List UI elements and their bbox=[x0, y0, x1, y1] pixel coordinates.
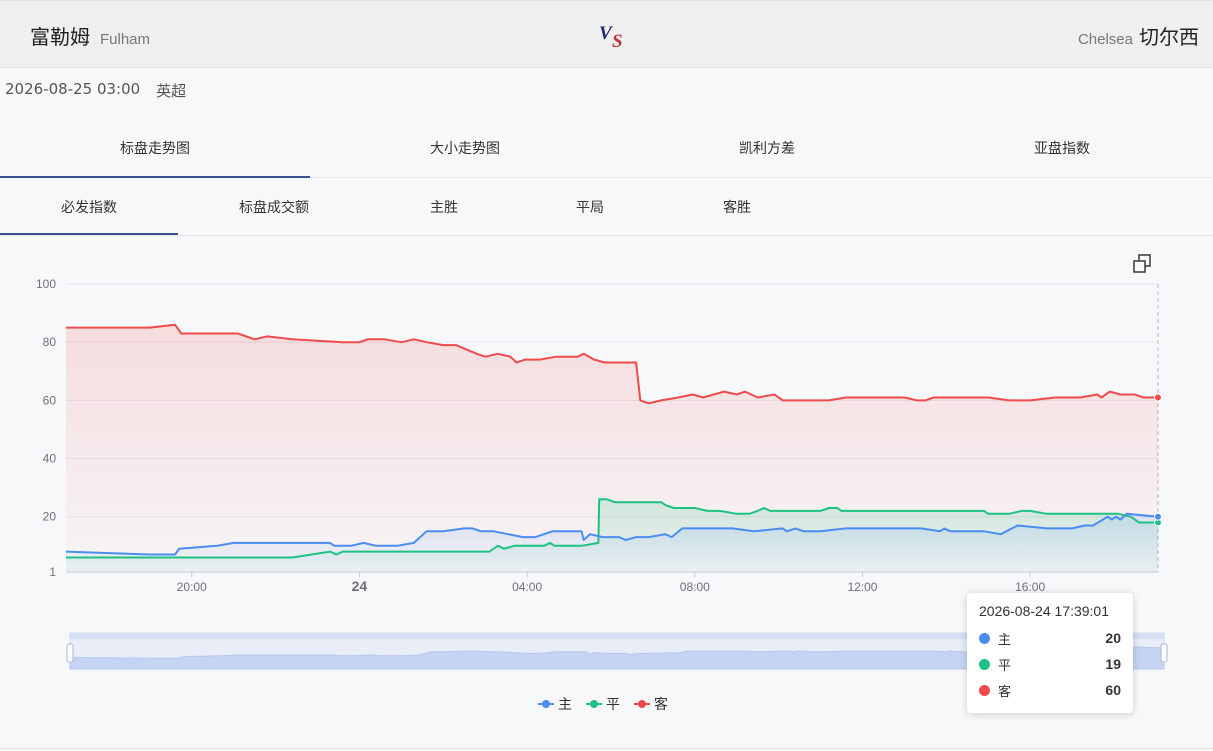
y-tick-label: 20 bbox=[43, 510, 57, 524]
slider-handle-left bbox=[66, 643, 74, 663]
tooltip-name: 客 bbox=[998, 683, 1012, 699]
legend-item-away[interactable]: 客 bbox=[634, 694, 668, 714]
secondary-tabs: 必发指数 标盘成交额 主胜 平局 客胜 bbox=[0, 178, 1213, 236]
tooltip-name: 平 bbox=[998, 657, 1012, 673]
x-tick-label: 16:00 bbox=[1015, 580, 1045, 594]
away-dot-icon bbox=[979, 684, 990, 696]
y-tick-label: 60 bbox=[43, 393, 57, 407]
away-team-name-en: Chelsea bbox=[1077, 31, 1133, 48]
tab-draw[interactable]: 平局 bbox=[576, 197, 604, 217]
tooltip-time: 2026-08-24 17:39:01 bbox=[979, 603, 1109, 619]
home-dot-icon bbox=[979, 632, 990, 644]
home-team-name-en: Fulham bbox=[100, 31, 151, 48]
match-header: 富勒姆 Fulham V S Chelsea 切尔西 bbox=[0, 0, 1213, 68]
legend-item-draw[interactable]: 平 bbox=[586, 694, 620, 714]
legend-draw-icon bbox=[586, 699, 602, 709]
y-axis: 1 20 40 60 80 100 bbox=[36, 277, 56, 579]
tab-odds-trend[interactable]: 标盘走势图 bbox=[120, 138, 190, 158]
tooltip-value: 20 bbox=[1105, 630, 1121, 646]
tooltip-value: 19 bbox=[1105, 656, 1121, 672]
x-tick-label: 20:00 bbox=[177, 580, 207, 594]
active-subtab-indicator bbox=[0, 233, 178, 235]
primary-tabs: 标盘走势图 大小走势图 凯利方差 亚盘指数 bbox=[0, 120, 1213, 178]
away-team-name-cn: 切尔西 bbox=[1139, 25, 1199, 49]
legend-label: 主 bbox=[558, 697, 572, 713]
tab-home-win[interactable]: 主胜 bbox=[430, 197, 458, 217]
tooltip-row-draw: 平 19 bbox=[979, 651, 1121, 677]
match-meta: 2026-08-25 03:00 英超 bbox=[5, 80, 186, 101]
slider-handle-right bbox=[1160, 643, 1168, 663]
away-end-point bbox=[1154, 393, 1162, 402]
tooltip-row-away: 客 60 bbox=[979, 677, 1121, 703]
match-league: 英超 bbox=[156, 82, 187, 100]
match-datetime: 2026-08-25 03:00 bbox=[5, 80, 141, 98]
tab-overunder-trend[interactable]: 大小走势图 bbox=[430, 138, 500, 158]
y-tick-label: 1 bbox=[49, 565, 56, 579]
tab-asian-handicap[interactable]: 亚盘指数 bbox=[1034, 138, 1090, 158]
svg-text:V: V bbox=[599, 23, 613, 44]
tab-betfair-index[interactable]: 必发指数 bbox=[61, 197, 117, 217]
x-tick-label: 24 bbox=[352, 578, 368, 594]
home-end-point bbox=[1154, 512, 1162, 521]
chart-legend: 主 平 客 bbox=[538, 694, 668, 714]
legend-away-icon bbox=[634, 699, 650, 709]
home-team-name-cn: 富勒姆 bbox=[30, 25, 90, 49]
vs-icon: V S bbox=[599, 23, 623, 51]
y-tick-label: 80 bbox=[43, 335, 57, 349]
legend-label: 客 bbox=[654, 697, 668, 713]
legend-home-icon bbox=[538, 699, 554, 709]
bottom-divider bbox=[0, 748, 1213, 749]
away-team: Chelsea 切尔西 bbox=[1078, 21, 1199, 50]
legend-label: 平 bbox=[606, 697, 620, 713]
tooltip-row-home: 主 20 bbox=[979, 625, 1121, 651]
chart-tooltip: 2026-08-24 17:39:01 主 20 平 19 客 60 bbox=[967, 593, 1133, 713]
tooltip-value: 60 bbox=[1105, 682, 1121, 698]
x-tick-label: 08:00 bbox=[680, 580, 710, 594]
tab-away-win[interactable]: 客胜 bbox=[723, 197, 751, 217]
home-team: 富勒姆 Fulham bbox=[30, 21, 150, 50]
x-tick-label: 12:00 bbox=[847, 580, 877, 594]
tab-odds-volume[interactable]: 标盘成交额 bbox=[239, 197, 309, 217]
legend-item-home[interactable]: 主 bbox=[538, 694, 572, 714]
svg-text:S: S bbox=[612, 31, 623, 51]
draw-dot-icon bbox=[979, 658, 990, 670]
tooltip-name: 主 bbox=[998, 631, 1012, 647]
y-tick-label: 100 bbox=[36, 277, 56, 291]
x-axis: 20:00 24 04:00 08:00 12:00 16:00 bbox=[66, 571, 1158, 594]
y-tick-label: 40 bbox=[43, 452, 57, 466]
tab-kelly-variance[interactable]: 凯利方差 bbox=[739, 138, 795, 158]
x-tick-label: 04:00 bbox=[512, 580, 542, 594]
